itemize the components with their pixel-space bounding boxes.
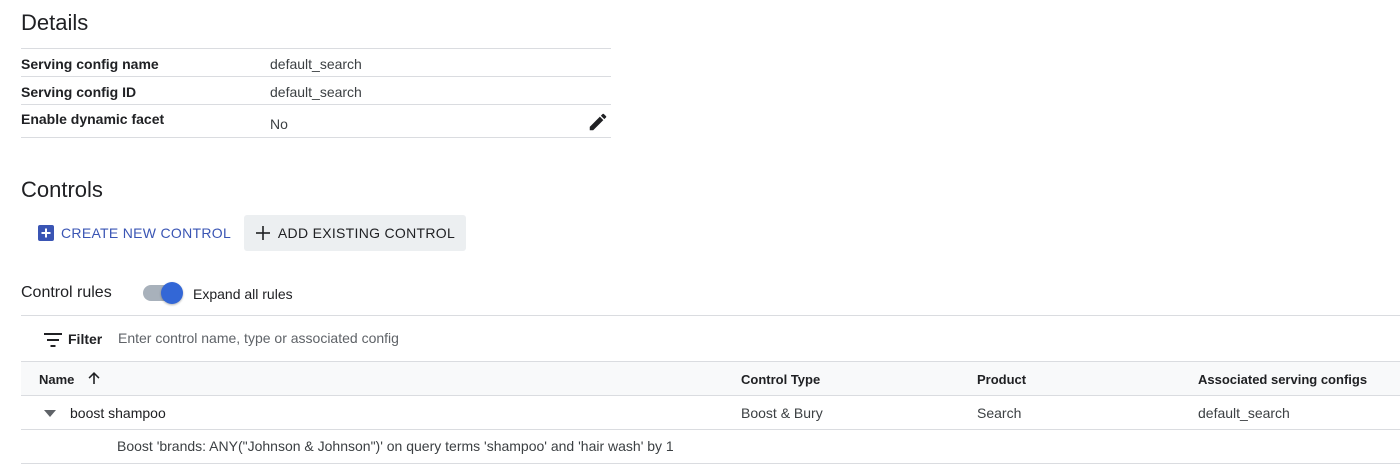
details-value: No <box>270 116 288 132</box>
table-row[interactable]: boost shampoo Boost & Bury Search defaul… <box>21 396 1400 430</box>
expand-all-rules-toggle[interactable] <box>142 282 186 304</box>
edit-pencil-icon[interactable] <box>587 111 609 133</box>
filter-bar: Filter <box>21 315 1400 362</box>
add-existing-control-button[interactable]: ADD EXISTING CONTROL <box>244 215 466 251</box>
row-name[interactable]: boost shampoo <box>70 405 166 421</box>
details-label: Serving config ID <box>21 84 137 100</box>
filter-label: Filter <box>68 331 103 347</box>
filter-input[interactable] <box>116 329 720 347</box>
filter-icon[interactable] <box>44 333 62 347</box>
details-label: Serving config name <box>21 56 159 72</box>
table-header: Name Control Type Product Associated ser… <box>21 361 1400 396</box>
row-control-type: Boost & Bury <box>741 405 823 421</box>
rule-description: Boost 'brands: ANY("Johnson & Johnson")'… <box>117 438 674 454</box>
controls-heading: Controls <box>21 177 103 202</box>
control-rules-table: Name Control Type Product Associated ser… <box>21 361 1400 464</box>
column-header-associated-configs[interactable]: Associated serving configs <box>1198 372 1367 387</box>
details-table: Serving config name default_search Servi… <box>21 48 611 138</box>
details-row-dynamic-facet: Enable dynamic facet No <box>21 105 611 138</box>
column-header-product[interactable]: Product <box>977 372 1026 387</box>
plus-icon <box>255 226 270 240</box>
details-value: default_search <box>270 84 362 100</box>
details-row-config-id: Serving config ID default_search <box>21 77 611 105</box>
details-label: Enable dynamic facet <box>21 111 165 127</box>
details-value: default_search <box>270 56 362 72</box>
column-header-control-type[interactable]: Control Type <box>741 372 820 387</box>
expand-all-rules-label: Expand all rules <box>193 286 293 302</box>
table-row-detail: Boost 'brands: ANY("Johnson & Johnson")'… <box>21 430 1400 464</box>
column-header-name[interactable]: Name <box>39 372 74 387</box>
row-product: Search <box>977 405 1022 421</box>
control-rules-label: Control rules <box>21 284 112 301</box>
row-associated-configs: default_search <box>1198 405 1290 421</box>
create-new-control-button[interactable]: CREATE NEW CONTROL <box>30 215 239 251</box>
toggle-knob <box>161 282 183 304</box>
add-box-icon <box>38 225 54 241</box>
add-existing-control-label: ADD EXISTING CONTROL <box>277 225 456 241</box>
details-heading: Details <box>21 10 89 35</box>
create-new-control-label: CREATE NEW CONTROL <box>61 225 232 241</box>
caret-down-icon[interactable] <box>44 410 56 417</box>
details-row-config-name: Serving config name default_search <box>21 49 611 77</box>
arrow-up-sort-icon[interactable] <box>87 371 101 385</box>
